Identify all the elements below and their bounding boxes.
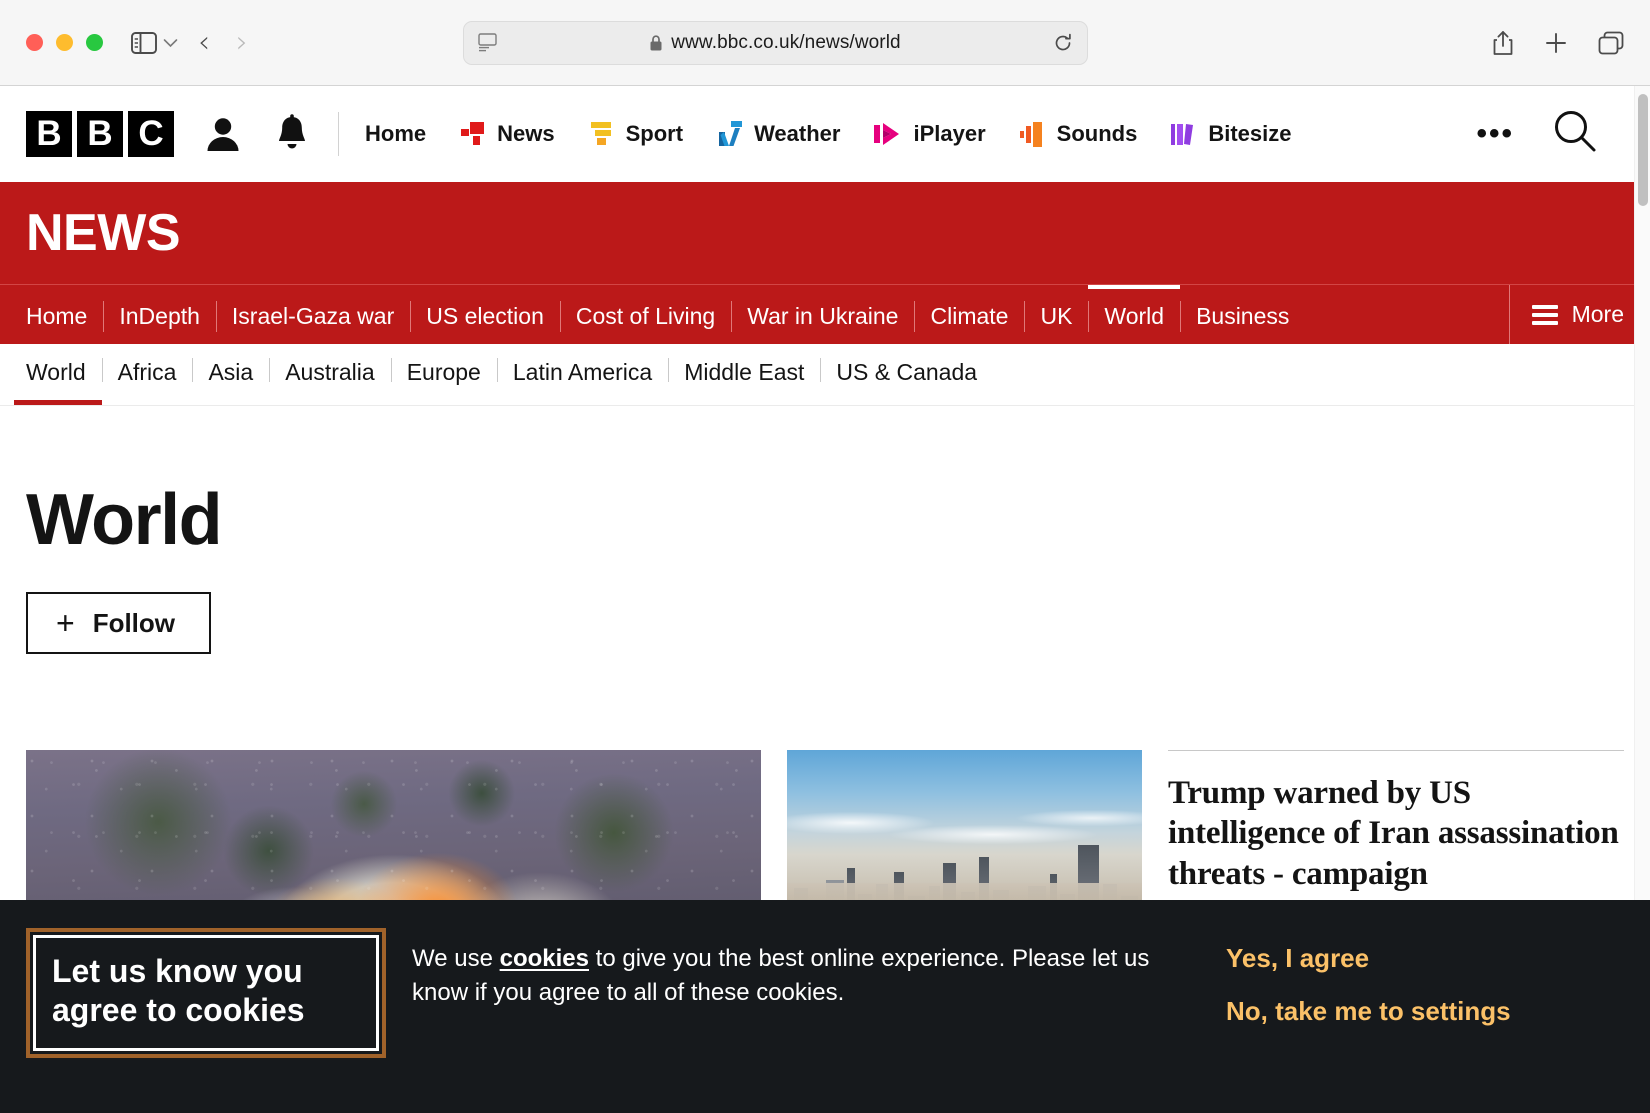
section-nav-item-business[interactable]: Business bbox=[1180, 285, 1305, 344]
maximize-window-button[interactable] bbox=[86, 34, 103, 51]
bbc-logo-letter: B bbox=[26, 110, 72, 157]
cookie-banner-heading[interactable]: Let us know you agree to cookies bbox=[33, 935, 379, 1052]
url-text: www.bbc.co.uk/news/world bbox=[671, 31, 901, 53]
masthead-link-home[interactable]: Home bbox=[365, 121, 426, 147]
masthead-link-bitesize[interactable]: Bitesize bbox=[1169, 119, 1291, 149]
hamburger-icon bbox=[1531, 304, 1558, 325]
section-nav-item-indepth[interactable]: InDepth bbox=[103, 285, 216, 344]
back-arrow-icon[interactable]: ‹ bbox=[198, 27, 210, 58]
masthead-link-label: Sounds bbox=[1056, 120, 1138, 146]
section-nav-more-label: More bbox=[1571, 301, 1624, 327]
page-viewport: B B C Home News Sport Weather iPlayer So… bbox=[0, 86, 1650, 1113]
section-nav-item-cost-of-living[interactable]: Cost of Living bbox=[559, 285, 731, 344]
sub-nav-item-middle-east[interactable]: Middle East bbox=[668, 344, 820, 405]
navigation-arrows[interactable]: ‹ › bbox=[198, 24, 248, 60]
cookie-banner: Let us know you agree to cookies We use … bbox=[0, 900, 1650, 1113]
tab-overview-icon[interactable] bbox=[1598, 31, 1624, 55]
section-nav-item-us-election[interactable]: US election bbox=[410, 285, 560, 344]
iplayer-icon bbox=[872, 119, 904, 149]
sounds-icon bbox=[1018, 119, 1048, 149]
cookie-banner-body: We use cookies to give you the best onli… bbox=[386, 926, 1226, 1010]
section-nav-more-button[interactable]: More bbox=[1508, 285, 1650, 344]
weather-icon bbox=[715, 119, 745, 149]
masthead-link-label: iPlayer bbox=[913, 120, 986, 146]
masthead-link-weather[interactable]: Weather bbox=[715, 119, 840, 149]
section-nav-item-climate[interactable]: Climate bbox=[914, 285, 1024, 344]
masthead-link-sounds[interactable]: Sounds bbox=[1018, 119, 1138, 149]
news-icon bbox=[458, 119, 488, 149]
cookie-settings-button[interactable]: No, take me to settings bbox=[1226, 995, 1556, 1028]
forward-arrow-icon: › bbox=[236, 24, 248, 60]
sub-nav-item-asia[interactable]: Asia bbox=[192, 344, 269, 405]
sub-nav-item-africa[interactable]: Africa bbox=[101, 344, 193, 405]
bbc-logo-letter: B bbox=[77, 110, 123, 157]
minimize-window-button[interactable] bbox=[56, 34, 73, 51]
cookie-heading-focus-ring: Let us know you agree to cookies bbox=[26, 928, 386, 1059]
masthead-link-iplayer[interactable]: iPlayer bbox=[872, 119, 986, 149]
cookie-body-part1: We use bbox=[412, 945, 500, 972]
masthead-link-label: News bbox=[497, 120, 555, 146]
masthead-link-label: Sport bbox=[625, 120, 684, 146]
bbc-masthead: B B C Home News Sport Weather iPlayer So… bbox=[0, 86, 1650, 182]
news-banner: NEWS bbox=[0, 182, 1650, 284]
follow-button-label: Follow bbox=[92, 608, 176, 638]
close-window-button[interactable] bbox=[26, 34, 43, 51]
account-icon[interactable] bbox=[202, 113, 244, 155]
new-tab-icon[interactable] bbox=[1544, 31, 1568, 55]
masthead-link-label: Bitesize bbox=[1208, 120, 1292, 146]
news-wordmark[interactable]: NEWS bbox=[26, 207, 181, 259]
more-dots-icon[interactable]: ••• bbox=[1476, 118, 1514, 148]
share-icon[interactable] bbox=[1492, 30, 1514, 56]
sub-nav-item-australia[interactable]: Australia bbox=[269, 344, 390, 405]
story-card-side[interactable]: Trump warned by US intelligence of Iran … bbox=[1168, 750, 1624, 894]
section-nav-item-home[interactable]: Home bbox=[0, 285, 103, 344]
notifications-bell-icon[interactable] bbox=[272, 113, 312, 155]
masthead-link-label: Weather bbox=[754, 120, 841, 146]
sport-icon bbox=[587, 119, 617, 149]
scrollbar-thumb[interactable] bbox=[1638, 94, 1648, 206]
sub-nav-item-world[interactable]: World bbox=[14, 344, 102, 405]
bitesize-icon bbox=[1169, 119, 1199, 149]
masthead-divider bbox=[338, 111, 339, 156]
masthead-link-news[interactable]: News bbox=[458, 119, 555, 149]
story-headline[interactable]: Trump warned by US intelligence of Iran … bbox=[1168, 773, 1624, 894]
search-icon[interactable] bbox=[1552, 108, 1598, 159]
chevron-down-icon[interactable] bbox=[163, 38, 178, 48]
page-title: World bbox=[26, 480, 223, 560]
bbc-logo-letter: C bbox=[128, 110, 174, 157]
sub-nav-item-us-and-canada[interactable]: US & Canada bbox=[820, 344, 993, 405]
follow-button[interactable]: + Follow bbox=[26, 592, 212, 654]
section-nav-item-war-in-ukraine[interactable]: War in Ukraine bbox=[731, 285, 914, 344]
masthead-links: Home News Sport Weather iPlayer Sounds B… bbox=[365, 119, 1291, 149]
story-divider bbox=[1168, 750, 1624, 751]
cookie-agree-button[interactable]: Yes, I agree bbox=[1226, 942, 1556, 975]
sub-nav-item-europe[interactable]: Europe bbox=[390, 344, 497, 405]
section-nav: Home InDepth Israel-Gaza war US election… bbox=[0, 284, 1650, 344]
window-controls[interactable] bbox=[26, 34, 103, 51]
section-nav-item-israel-gaza-war[interactable]: Israel-Gaza war bbox=[215, 285, 410, 344]
sub-nav-item-latin-america[interactable]: Latin America bbox=[496, 344, 668, 405]
sidebar-toggle-icon[interactable] bbox=[131, 31, 157, 54]
reader-view-icon[interactable] bbox=[478, 33, 497, 52]
masthead-link-sport[interactable]: Sport bbox=[587, 119, 683, 149]
sub-nav: World Africa Asia Australia Europe Latin… bbox=[0, 344, 1650, 406]
cookies-link[interactable]: cookies bbox=[500, 945, 589, 972]
cookie-banner-actions: Yes, I agree No, take me to settings bbox=[1226, 926, 1556, 1027]
section-nav-item-uk[interactable]: UK bbox=[1024, 285, 1088, 344]
section-nav-item-world[interactable]: World bbox=[1088, 285, 1181, 344]
masthead-link-label: Home bbox=[365, 120, 427, 146]
plus-icon: + bbox=[56, 604, 75, 641]
reload-icon[interactable] bbox=[1053, 33, 1073, 53]
main-content: World + Follow Trump warned by US intell… bbox=[0, 484, 1650, 930]
lock-icon bbox=[649, 34, 663, 52]
browser-toolbar: ‹ › www.bbc.co.uk/news/world bbox=[0, 0, 1650, 86]
address-bar[interactable]: www.bbc.co.uk/news/world bbox=[463, 20, 1088, 65]
bbc-logo[interactable]: B B C bbox=[26, 110, 174, 157]
